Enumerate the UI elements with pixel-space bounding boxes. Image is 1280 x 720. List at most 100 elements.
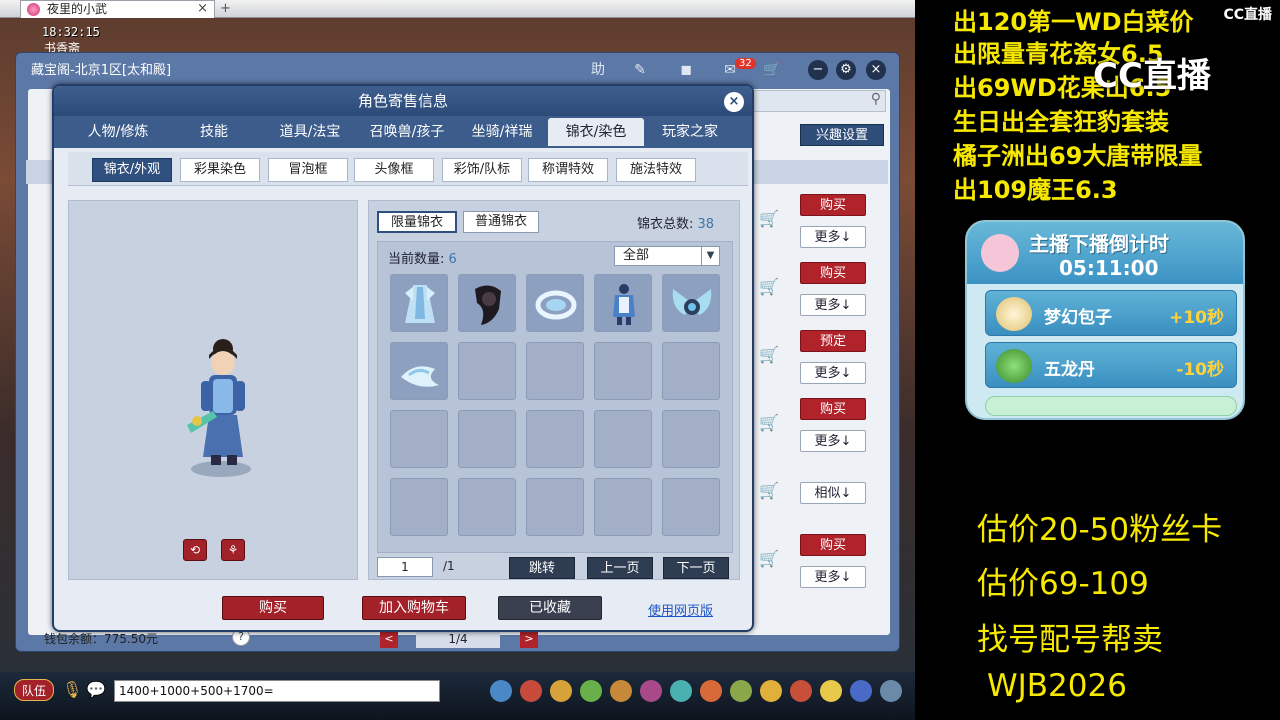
subtab-team-badge[interactable]: 彩饰/队标 <box>442 158 522 182</box>
next-page-button[interactable]: 下一页 <box>663 557 729 579</box>
cart-icon[interactable]: 🛒 <box>756 343 782 367</box>
quick-slot-icon[interactable] <box>550 680 572 702</box>
normal-outfit-tab[interactable]: 普通锦衣 <box>463 211 539 233</box>
jump-button[interactable]: 跳转 <box>509 557 575 579</box>
cart-icon[interactable]: 🛒 <box>756 411 782 435</box>
limited-outfit-tab[interactable]: 限量锦衣 <box>377 211 457 233</box>
outfit-slot[interactable] <box>662 274 720 332</box>
outfit-slot[interactable] <box>594 478 652 536</box>
next-page-button[interactable]: > <box>520 630 538 648</box>
outfit-slot[interactable] <box>390 274 448 332</box>
more-button[interactable]: 更多↓ <box>800 362 866 384</box>
outfit-slot[interactable] <box>526 274 584 332</box>
buy-button[interactable]: 购买 <box>800 262 866 284</box>
outfit-slot[interactable] <box>458 478 516 536</box>
prev-page-button[interactable]: 上一页 <box>587 557 653 579</box>
outfit-slot[interactable] <box>458 342 516 400</box>
tab-mounts[interactable]: 坐骑/祥瑞 <box>456 118 548 146</box>
cart-icon[interactable]: 🛒 <box>756 479 782 503</box>
more-button[interactable]: 更多↓ <box>800 430 866 452</box>
quick-slot-icon[interactable] <box>610 680 632 702</box>
search-icon[interactable]: ⚲ <box>871 91 881 107</box>
prev-page-button[interactable]: < <box>380 630 398 648</box>
more-button[interactable]: 更多↓ <box>800 294 866 316</box>
outfit-slot[interactable] <box>662 478 720 536</box>
emoji-icon[interactable]: 💬 <box>86 680 106 699</box>
favorited-button[interactable]: 已收藏 <box>498 596 602 620</box>
buy-button[interactable]: 购买 <box>222 596 324 620</box>
browser-tab[interactable]: 夜里的小武 × <box>20 0 215 18</box>
quick-slot-icon[interactable] <box>670 680 692 702</box>
subtab-dye[interactable]: 彩果染色 <box>180 158 260 182</box>
outfit-slot[interactable] <box>526 342 584 400</box>
edit-icon[interactable]: ✎ <box>628 59 652 81</box>
quick-slot-icon[interactable] <box>700 680 722 702</box>
tab-skills[interactable]: 技能 <box>168 118 260 146</box>
settings-icon[interactable]: ⚙ <box>836 60 856 80</box>
quick-slot-icon[interactable] <box>640 680 662 702</box>
tab-pets[interactable]: 召唤兽/孩子 <box>358 118 456 146</box>
subtab-appearance[interactable]: 锦衣/外观 <box>92 158 172 182</box>
tab-items[interactable]: 道具/法宝 <box>262 118 358 146</box>
reserve-button[interactable]: 预定 <box>800 330 866 352</box>
stop-icon[interactable]: ◼ <box>674 59 698 81</box>
quick-slot-icon[interactable] <box>790 680 812 702</box>
outfit-slot[interactable] <box>662 342 720 400</box>
tab-close-icon[interactable]: × <box>197 1 208 17</box>
interest-settings-button[interactable]: 兴趣设置 <box>800 124 884 146</box>
subtab-bubble-frame[interactable]: 冒泡框 <box>268 158 348 182</box>
outfit-slot[interactable] <box>662 410 720 468</box>
page-number-input[interactable]: 1 <box>377 557 433 577</box>
quick-slot-icon[interactable] <box>880 680 902 702</box>
outfit-slot[interactable] <box>458 410 516 468</box>
outfit-slot[interactable] <box>526 478 584 536</box>
quick-slot-icon[interactable] <box>760 680 782 702</box>
cart-icon[interactable]: 🛒 <box>760 59 784 81</box>
quick-slot-icon[interactable] <box>580 680 602 702</box>
tab-character[interactable]: 人物/修炼 <box>70 118 166 146</box>
help-button[interactable]: 助 <box>586 59 610 81</box>
outfit-slot[interactable] <box>458 274 516 332</box>
more-button[interactable]: 更多↓ <box>800 566 866 588</box>
chevron-down-icon[interactable]: ▼ <box>701 247 719 265</box>
quick-slot-icon[interactable] <box>820 680 842 702</box>
tab-outfits[interactable]: 锦衣/染色 <box>548 118 644 146</box>
new-tab-button[interactable]: + <box>220 1 231 16</box>
buy-button[interactable]: 购买 <box>800 398 866 420</box>
chat-input[interactable]: 1400+1000+500+1700= <box>114 680 440 702</box>
subtab-avatar-frame[interactable]: 头像框 <box>354 158 434 182</box>
cart-icon[interactable]: 🛒 <box>756 275 782 299</box>
outfit-slot[interactable] <box>390 410 448 468</box>
buy-button[interactable]: 购买 <box>800 194 866 216</box>
quick-slot-icon[interactable] <box>730 680 752 702</box>
team-button[interactable]: 队伍 <box>14 679 54 701</box>
quick-slot-icon[interactable] <box>850 680 872 702</box>
cart-icon[interactable]: 🛒 <box>756 547 782 571</box>
minimize-icon[interactable]: − <box>808 60 828 80</box>
more-button[interactable]: 更多↓ <box>800 226 866 248</box>
outfit-total: 锦衣总数: 38 <box>637 213 714 232</box>
outfit-slot[interactable] <box>594 410 652 468</box>
outfit-slot[interactable] <box>594 274 652 332</box>
quick-slot-icon[interactable] <box>490 680 512 702</box>
subtab-cast-effect[interactable]: 施法特效 <box>616 158 696 182</box>
close-icon[interactable]: × <box>866 60 886 80</box>
rotate-button[interactable]: ⟲ <box>183 539 207 561</box>
close-icon[interactable]: × <box>724 92 744 112</box>
buy-button[interactable]: 购买 <box>800 534 866 556</box>
outfit-slot[interactable] <box>594 342 652 400</box>
microphone-icon[interactable]: 🎙 <box>62 680 82 699</box>
outfit-slot[interactable] <box>390 478 448 536</box>
outfit-slot[interactable] <box>390 342 448 400</box>
quick-slot-icon[interactable] <box>520 680 542 702</box>
tab-player-home[interactable]: 玩家之家 <box>646 118 734 146</box>
outfit-slot[interactable] <box>526 410 584 468</box>
cart-icon[interactable]: 🛒 <box>756 207 782 231</box>
filter-select[interactable]: 全部 ▼ <box>614 246 720 266</box>
action-button[interactable]: ⚘ <box>221 539 245 561</box>
add-to-cart-button[interactable]: 加入购物车 <box>362 596 466 620</box>
web-version-link[interactable]: 使用网页版 <box>648 600 713 619</box>
quick-bar <box>480 676 910 710</box>
similar-button[interactable]: 相似↓ <box>800 482 866 504</box>
subtab-title-effect[interactable]: 称谓特效 <box>528 158 608 182</box>
